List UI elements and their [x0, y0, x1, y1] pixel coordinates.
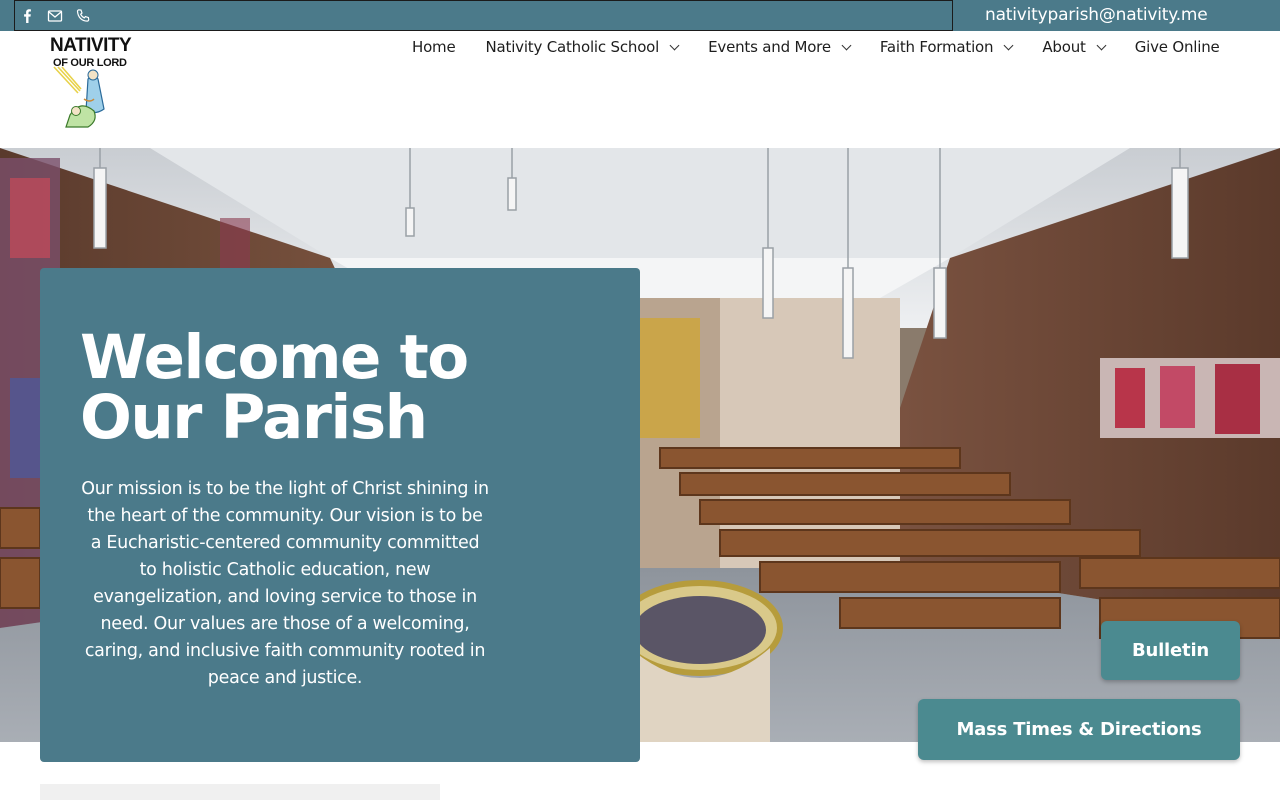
social-links [14, 0, 953, 31]
chevron-down-icon [1096, 40, 1107, 50]
welcome-card: Welcome to Our Parish Our mission is to … [40, 268, 640, 762]
site-logo[interactable]: NATIVITY OF OUR LORD [48, 35, 136, 131]
logo-title: NATIVITY [50, 35, 132, 56]
bulletin-button[interactable]: Bulletin [1101, 621, 1240, 680]
nav-item-label: About [1042, 38, 1086, 56]
nav-item-school[interactable]: Nativity Catholic School [485, 38, 680, 56]
nav-item-give-online[interactable]: Give Online [1135, 38, 1220, 56]
welcome-heading-line2: Our Parish [80, 382, 428, 453]
content-card-placeholder [40, 784, 440, 800]
chevron-down-icon [1003, 40, 1014, 50]
chevron-down-icon [841, 40, 852, 50]
mass-times-directions-button[interactable]: Mass Times & Directions [918, 699, 1240, 760]
nav-item-faith-formation[interactable]: Faith Formation [879, 38, 1014, 56]
nav-item-label: Home [412, 38, 456, 56]
nav-item-label: Nativity Catholic School [485, 38, 660, 56]
phone-icon[interactable] [75, 8, 91, 24]
welcome-heading: Welcome to Our Parish [80, 327, 580, 448]
nav-item-home[interactable]: Home [412, 38, 456, 56]
nav-item-label: Give Online [1134, 38, 1220, 56]
nativity-logo-art-icon [53, 66, 105, 128]
main-nav: Home Nativity Catholic School Events and… [412, 35, 1220, 59]
facebook-icon[interactable] [19, 8, 35, 24]
site-header: NATIVITY OF OUR LORD Home Nativity Catho… [0, 31, 1280, 148]
nav-item-label: Faith Formation [879, 38, 994, 56]
email-icon[interactable] [47, 8, 63, 24]
nav-item-label: Events and More [708, 38, 831, 56]
nav-item-about[interactable]: About [1042, 38, 1107, 56]
contact-email-link[interactable]: nativityparish@nativity.me [985, 5, 1208, 25]
chevron-down-icon [669, 40, 680, 50]
nav-item-events[interactable]: Events and More [708, 38, 852, 56]
top-bar: nativityparish@nativity.me [0, 0, 1280, 31]
mission-statement: Our mission is to be the light of Christ… [81, 479, 489, 688]
